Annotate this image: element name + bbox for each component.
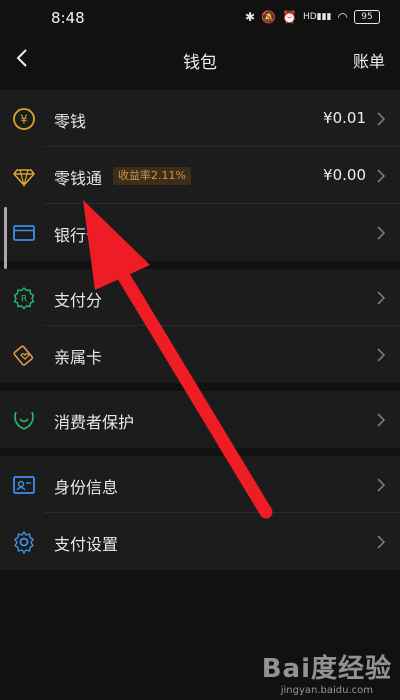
scroll-marker (4, 207, 7, 269)
consumer-protection-icon (14, 411, 34, 430)
row-label: 亲属卡 (54, 348, 103, 367)
wallet-group-account: 身份信息 支付设置 (0, 456, 400, 570)
watermark-url: jingyan.baidu.com (280, 685, 373, 696)
row-payment-score[interactable]: R 支付分 (0, 269, 400, 326)
row-consumer-protection[interactable]: 消费者保护 (0, 391, 400, 448)
chevron-right-icon (377, 169, 386, 183)
chevron-right-icon (377, 478, 386, 492)
family-card-icon (13, 345, 34, 366)
row-lingqiantong[interactable]: 零钱通 收益率2.11% ¥0.00 (0, 147, 400, 204)
watermark: Bai度经验 jingyan.baidu.com (262, 648, 392, 696)
nav-bar: 钱包 账单 (0, 38, 400, 78)
status-icons: ✱ 🔕 ⏰ HD▮▮▮ ◠ 95 (245, 10, 380, 24)
bluetooth-icon: ✱ (244, 10, 256, 24)
wallet-group-services: R 支付分 亲属卡 (0, 269, 400, 383)
wallet-group-balance: ¥ 零钱 ¥0.01 零钱通 收益率2.11% ¥0.00 银行卡 (0, 90, 400, 261)
chevron-right-icon (377, 348, 386, 362)
svg-text:¥: ¥ (20, 113, 28, 127)
row-payment-settings[interactable]: 支付设置 (0, 513, 400, 570)
status-time: 8:48 (51, 9, 85, 27)
settings-gear-icon (14, 530, 34, 554)
chevron-right-icon (377, 413, 386, 427)
id-card-icon (13, 476, 35, 494)
svg-text:R: R (21, 295, 27, 305)
chevron-right-icon (377, 112, 386, 126)
wallet-group-protection: 消费者保护 (0, 391, 400, 448)
page-title: 钱包 (183, 53, 217, 73)
balance-value: ¥0.00 (323, 166, 366, 184)
row-label: 零钱通 (54, 169, 103, 188)
row-label: 支付分 (54, 291, 103, 310)
row-identity-info[interactable]: 身份信息 (0, 456, 400, 513)
mute-icon: 🔕 (261, 10, 276, 24)
row-label: 零钱 (54, 112, 87, 131)
payment-score-icon: R (13, 287, 35, 310)
row-label: 银行卡 (54, 226, 103, 245)
bill-button[interactable]: 账单 (353, 48, 385, 72)
row-bank-card[interactable]: 银行卡 (0, 204, 400, 261)
watermark-logo: Bai度经验 (261, 654, 392, 684)
chevron-right-icon (377, 535, 386, 549)
row-label: 身份信息 (54, 478, 119, 497)
alarm-icon: ⏰ (282, 10, 297, 24)
row-change[interactable]: ¥ 零钱 ¥0.01 (0, 90, 400, 147)
wifi-icon: ◠ (337, 10, 348, 24)
bank-card-icon (13, 225, 35, 241)
row-label: 消费者保护 (54, 413, 135, 432)
yield-rate-badge: 收益率2.11% (113, 167, 191, 185)
yuan-coin-icon: ¥ (13, 108, 35, 130)
chevron-right-icon (377, 226, 386, 240)
signal-icon: HD▮▮▮ (302, 12, 332, 22)
balance-value: ¥0.01 (323, 109, 366, 127)
row-label: 支付设置 (54, 535, 119, 554)
diamond-icon (12, 169, 36, 188)
battery-icon: 95 (354, 10, 380, 24)
row-family-card[interactable]: 亲属卡 (0, 326, 400, 383)
status-bar: 8:48 ✱ 🔕 ⏰ HD▮▮▮ ◠ 95 (0, 0, 400, 38)
chevron-right-icon (377, 291, 386, 305)
